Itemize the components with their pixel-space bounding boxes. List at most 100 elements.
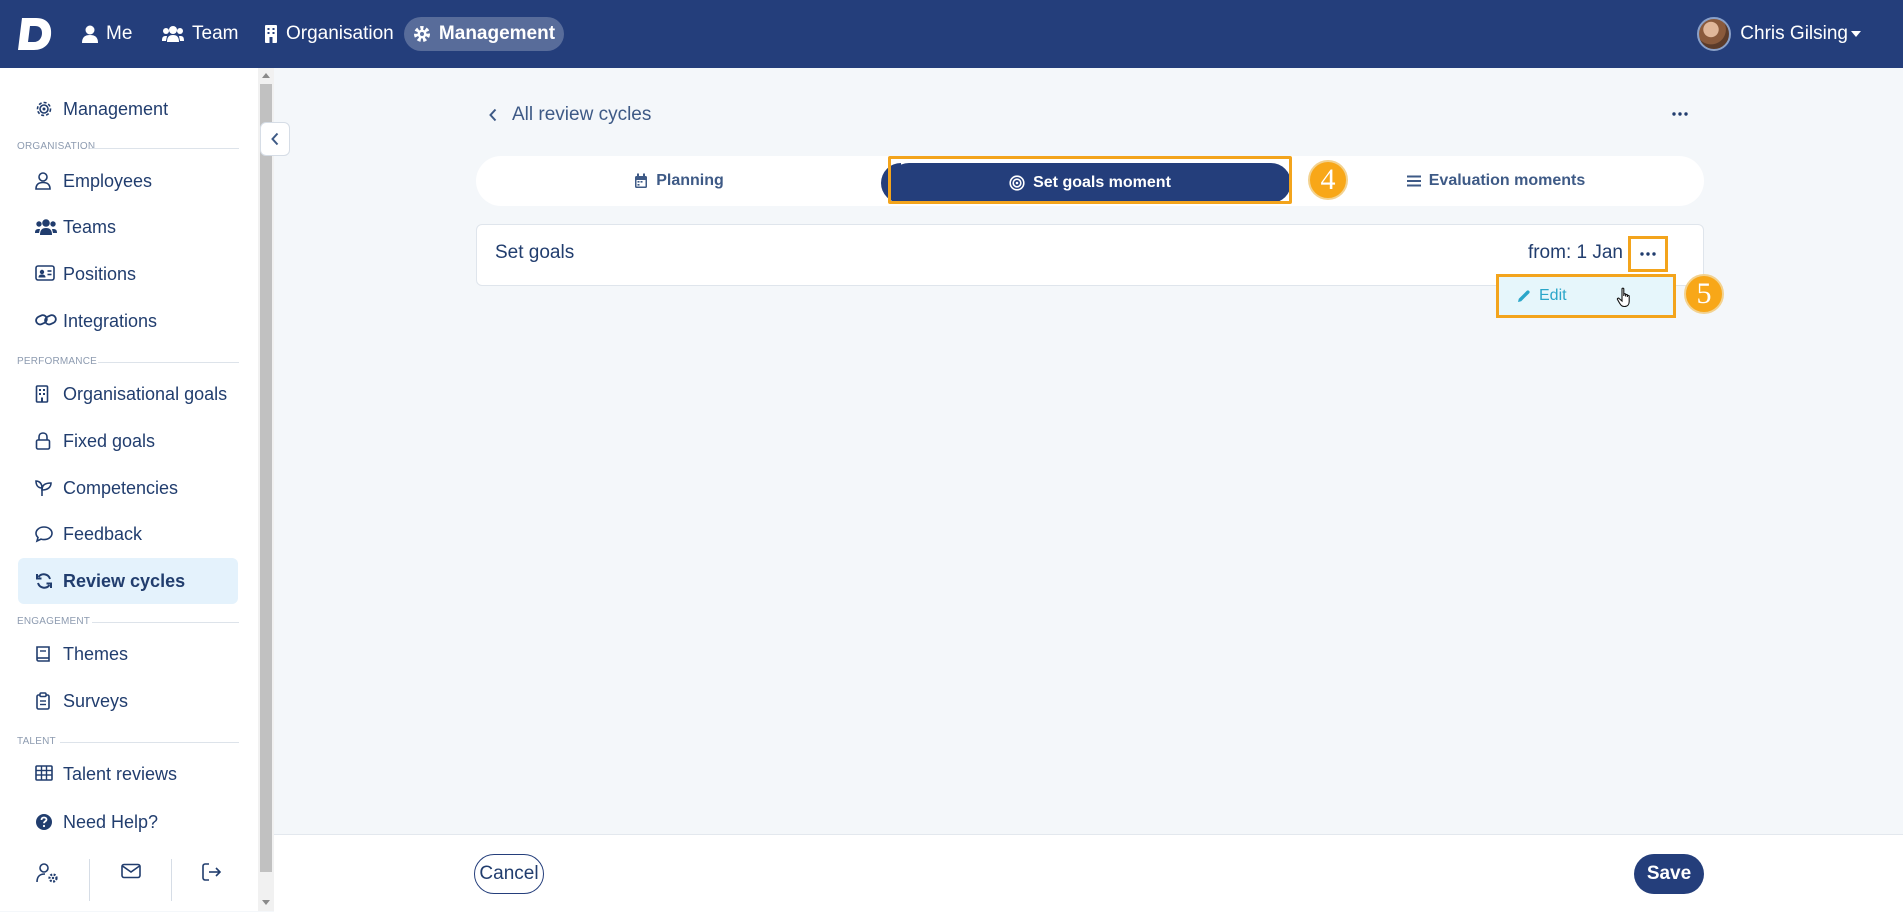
tab-evaluation-label: Evaluation moments — [1428, 172, 1586, 189]
section-label-organisation: ORGANISATION — [17, 141, 96, 152]
gear-icon — [413, 26, 430, 42]
seedling-icon — [35, 480, 52, 496]
user-icon — [82, 25, 98, 43]
sidebar-footer — [0, 849, 258, 905]
user-settings-icon[interactable] — [36, 863, 60, 883]
save-button[interactable]: Save — [1634, 854, 1704, 894]
user-menu[interactable]: Chris Gilsing — [1697, 14, 1861, 54]
step-badge: 4 — [1308, 160, 1348, 200]
building-icon — [265, 25, 277, 43]
form-footer: Cancel Save — [274, 834, 1903, 912]
link-icon — [35, 314, 57, 326]
sidebar-item-label: Need Help? — [63, 811, 159, 832]
sidebar-item-label: Surveys — [63, 690, 129, 711]
sidebar-item-need-help[interactable]: Need Help? — [18, 799, 238, 845]
section-divider — [60, 742, 239, 743]
sidebar-item-label: Management — [63, 98, 169, 119]
table-icon — [35, 765, 53, 781]
refresh-icon — [36, 573, 52, 589]
sidebar-item-positions[interactable]: Positions — [18, 251, 238, 297]
chevron-left-icon — [489, 108, 497, 122]
sidebar-item-competencies[interactable]: Competencies — [18, 465, 238, 511]
sidebar-item-label: Talent reviews — [63, 763, 178, 784]
card-from-date: from: 1 Jan — [1527, 242, 1623, 263]
scrollbar-thumb[interactable] — [260, 84, 272, 872]
sidebar-item-label: Fixed goals — [63, 430, 156, 451]
nav-team[interactable]: Team — [162, 17, 238, 51]
nav-organisation-label: Organisation — [286, 23, 394, 44]
sidebar-item-feedback[interactable]: Feedback — [18, 511, 238, 557]
section-divider — [90, 148, 239, 149]
sidebar-scrollbar[interactable] — [258, 68, 274, 911]
card-title: Set goals — [495, 242, 575, 263]
sidebar-item-organisational-goals[interactable]: Organisational goals — [18, 371, 238, 417]
section-divider — [92, 622, 239, 623]
nav-organisation[interactable]: Organisation — [264, 17, 394, 51]
nav-me-label: Me — [106, 23, 133, 44]
sidebar-item-label: Teams — [63, 216, 117, 237]
nav-team-label: Team — [192, 23, 239, 44]
gear-icon — [36, 101, 52, 117]
card-dropdown-menu: Edit — [1496, 274, 1676, 318]
chat-icon — [35, 526, 53, 543]
edit-menu-item[interactable]: Edit — [1517, 287, 1567, 305]
scroll-down-arrow-icon[interactable] — [262, 900, 270, 905]
tab-planning[interactable]: Planning — [476, 156, 882, 206]
sidebar-item-themes[interactable]: Themes — [18, 631, 238, 677]
section-label-talent: TALENT — [17, 736, 56, 747]
sidebar-item-label: Themes — [63, 643, 129, 664]
nav-me[interactable]: Me — [82, 17, 132, 51]
sidebar-item-label: Organisational goals — [63, 383, 228, 404]
more-options-icon[interactable] — [1672, 112, 1688, 116]
top-navigation-bar: Me Team Organisation Management Chris Gi… — [0, 0, 1903, 68]
footer-divider — [171, 859, 172, 901]
sidebar-item-label: Feedback — [63, 523, 143, 544]
id-card-icon — [35, 265, 55, 281]
sidebar-item-talent-reviews[interactable]: Talent reviews — [18, 751, 238, 797]
users-icon — [162, 26, 184, 42]
sidebar-item-review-cycles[interactable]: Review cycles — [18, 558, 238, 604]
card-more-button[interactable] — [1628, 236, 1668, 272]
question-circle-icon — [36, 814, 52, 830]
sidebar: Management ORGANISATION Employees Teams … — [0, 68, 258, 911]
avatar — [1697, 17, 1732, 51]
section-label-performance: PERFORMANCE — [17, 356, 97, 367]
step-badge: 5 — [1684, 274, 1724, 314]
mail-icon[interactable] — [121, 863, 141, 879]
footer-divider — [89, 859, 90, 901]
book-icon — [36, 646, 50, 662]
building-icon — [35, 385, 49, 403]
sidebar-item-label: Integrations — [63, 310, 158, 331]
sidebar-item-teams[interactable]: Teams — [18, 204, 238, 250]
user-name: Chris Gilsing — [1740, 23, 1848, 44]
scroll-up-arrow-icon[interactable] — [262, 73, 270, 78]
sidebar-item-management[interactable]: Management — [18, 86, 238, 132]
users-icon — [35, 219, 57, 235]
nav-management[interactable]: Management — [404, 17, 564, 51]
list-icon — [1406, 175, 1421, 187]
clipboard-icon — [36, 692, 50, 710]
tab-evaluation-moments[interactable]: Evaluation moments — [1288, 156, 1704, 206]
edit-label: Edit — [1539, 287, 1567, 304]
sidebar-item-label: Review cycles — [63, 570, 186, 591]
user-icon — [35, 172, 51, 190]
caret-down-icon — [1851, 31, 1861, 37]
logout-icon[interactable] — [202, 863, 222, 881]
cancel-button[interactable]: Cancel — [474, 854, 544, 894]
sidebar-item-label: Positions — [63, 263, 137, 284]
back-to-review-cycles-link[interactable]: All review cycles — [488, 104, 651, 126]
sidebar-item-integrations[interactable]: Integrations — [18, 298, 238, 344]
sidebar-item-fixed-goals[interactable]: Fixed goals — [18, 418, 238, 464]
nav-management-label: Management — [438, 23, 556, 44]
sidebar-item-employees[interactable]: Employees — [18, 158, 238, 204]
more-options-icon — [1640, 252, 1656, 256]
tab-planning-label: Planning — [656, 172, 724, 189]
app-logo[interactable] — [18, 16, 52, 52]
sidebar-item-surveys[interactable]: Surveys — [18, 678, 238, 724]
sidebar-item-label: Competencies — [63, 477, 179, 498]
section-label-engagement: ENGAGEMENT — [17, 616, 91, 627]
calendar-icon — [635, 173, 648, 188]
main-content: All review cycles Planning Evaluation mo… — [274, 68, 1903, 912]
lock-icon — [35, 432, 51, 450]
highlight-box — [888, 156, 1292, 204]
